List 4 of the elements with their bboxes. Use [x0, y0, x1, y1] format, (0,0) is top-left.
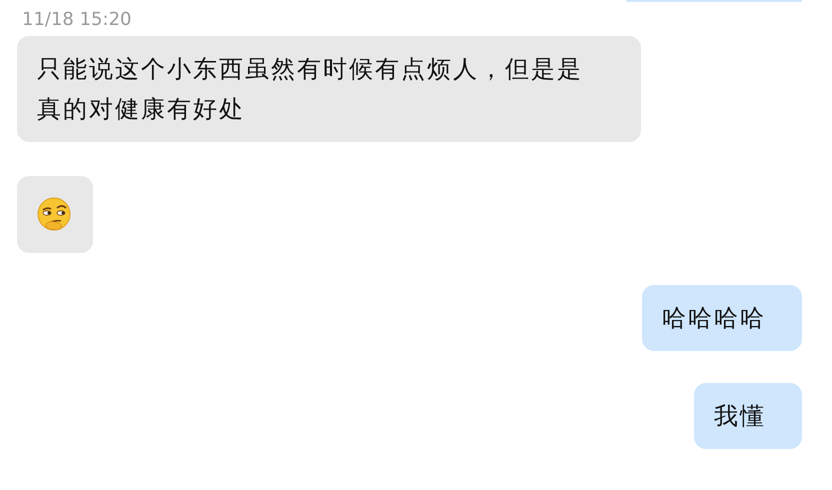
message-bubble: 我懂	[694, 383, 802, 449]
message-bubble: 只能说这个小东西虽然有时候有点烦人，但是是真的对健康有好处	[17, 36, 641, 142]
timestamp: 11/18 15:20	[22, 8, 132, 32]
message-bubble: 哈哈哈哈	[642, 285, 802, 351]
